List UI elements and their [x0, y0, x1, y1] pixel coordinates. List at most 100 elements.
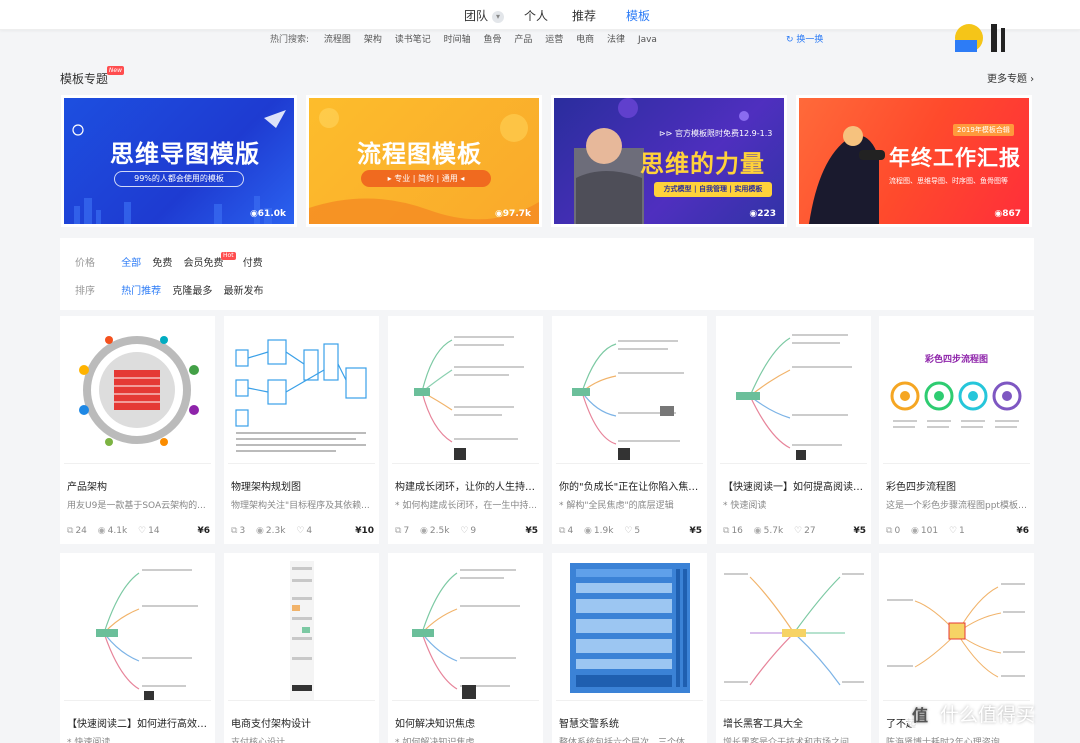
sort-option-hot[interactable]: 热门推荐 — [121, 286, 161, 297]
thumbs-up-icon: ♡ — [460, 526, 469, 536]
clone-icon: ⧉ — [67, 526, 74, 536]
card-description: * 快速阅读 — [723, 501, 767, 511]
template-card[interactable]: 产品架构 用友U9是一款基于SOA云架构的... ⧉ 24 ◉ 4.1k ♡ 14 ¥… — [60, 316, 215, 544]
eye-icon: ◉ — [584, 526, 592, 536]
card-description: 整体系统包括六个层次，三个体... — [559, 738, 694, 743]
card-thumbnail — [392, 557, 539, 701]
card-price: ¥5 — [853, 526, 866, 536]
banner-title: 年终工作汇报 — [889, 146, 1021, 170]
card-title: 物理架构规划图 — [231, 482, 301, 493]
card-thumbnail — [883, 557, 1030, 701]
new-badge: New — [106, 66, 125, 75]
sort-filter-row: 排序 热门推荐 克隆最多 最新发布 — [75, 282, 272, 297]
card-title: 增长黑客工具大全 — [723, 719, 803, 730]
card-description: 物理架构关注"目标程序及其依赖... — [231, 501, 370, 511]
banner-title: 思维导图模版 — [110, 140, 260, 168]
like-count: 5 — [634, 526, 641, 536]
hot-search-item[interactable]: 法律 — [607, 35, 625, 45]
top-nav: 团队 ▾ 个人 推荐 模板 — [0, 0, 1080, 30]
banner-year-end-report[interactable]: 2019年模板合辑 年终工作汇报 流程图、思维导图、时序图、鱼骨图等 ◉867 — [796, 95, 1032, 227]
clone-count: 4 — [567, 526, 574, 536]
card-description: 这是一个彩色步骤流程图ppt模板,... — [886, 501, 1028, 511]
card-title: 【快速阅读二】如何进行高效阅读 — [67, 719, 209, 730]
clone-icon: ⧉ — [395, 526, 402, 536]
card-title: 【快速阅读一】如何提高阅读速度 — [723, 482, 865, 493]
card-title: 如何解决知识焦虑 — [395, 719, 475, 730]
refresh-button[interactable]: ↻ 换一换 — [786, 32, 823, 45]
card-title: 电商支付架构设计 — [231, 719, 311, 730]
card-description: 陈海贤博士耗时2年心理咨询... — [886, 738, 1009, 743]
more-topics-link[interactable]: 更多专题 › — [987, 70, 1034, 85]
nav-templates[interactable]: 模板 — [626, 7, 650, 24]
hot-search-item[interactable]: 流程图 — [324, 35, 351, 45]
sort-label: 排序 — [75, 286, 95, 297]
thumbs-up-icon: ♡ — [624, 526, 633, 536]
template-card[interactable]: 【快速阅读二】如何进行高效阅读 * 快速阅读 — [60, 553, 215, 743]
hot-search-item[interactable]: 运营 — [545, 35, 563, 45]
banner-thinking-power[interactable]: ⊳⊳ 官方模板限时免费12.9-1.3 思维的力量 方式模型 | 自我管理 | … — [551, 95, 787, 227]
price-option-paid[interactable]: 付费 — [243, 258, 263, 269]
card-description: 增长黑客是介于技术和市场之间... — [723, 738, 858, 743]
banner-subtitle: 流程图、思维导图、时序图、鱼骨图等 — [889, 177, 1008, 185]
card-price: ¥6 — [197, 526, 210, 536]
template-card[interactable]: 增长黑客工具大全 增长黑客是介于技术和市场之间... — [716, 553, 871, 743]
hot-search-item[interactable]: 产品 — [514, 35, 532, 45]
hot-search-item[interactable]: 架构 — [364, 35, 382, 45]
template-card[interactable]: 智慧交警系统 整体系统包括六个层次，三个体... — [552, 553, 707, 743]
sort-option-most-cloned[interactable]: 克隆最多 — [172, 286, 212, 297]
card-title: 你的"负成长"正在让你陷入焦虑... — [559, 482, 701, 493]
card-price: ¥6 — [1016, 526, 1029, 536]
hot-search-item[interactable]: 时间轴 — [444, 35, 471, 45]
like-count: 1 — [959, 526, 965, 536]
hot-search-item[interactable]: 读书笔记 — [395, 35, 431, 45]
view-count: 2.5k — [429, 526, 450, 536]
thumbs-up-icon: ♡ — [296, 526, 305, 536]
clone-icon: ⧉ — [723, 526, 730, 536]
watermark-text: 什么值得买 — [940, 704, 1036, 726]
clone-count: 7 — [403, 526, 410, 536]
template-card[interactable]: 【快速阅读一】如何提高阅读速度 * 快速阅读 ⧉ 16 ◉ 5.7k ♡ 27 ¥5 — [716, 316, 871, 544]
clone-count: 3 — [239, 526, 246, 536]
view-count: 2.3k — [265, 526, 286, 536]
card-description: 支付核心设计 — [231, 738, 286, 743]
thumbs-up-icon: ♡ — [794, 526, 803, 536]
eye-icon: ◉ — [494, 209, 503, 219]
view-count: 5.7k — [763, 526, 784, 536]
price-label: 价格 — [75, 258, 95, 269]
sort-option-latest[interactable]: 最新发布 — [224, 286, 264, 297]
like-count: 14 — [148, 526, 160, 536]
template-card[interactable]: 构建成长闭环，让你的人生持续... * 如何构建成长闭环，在一生中持... ⧉ 7… — [388, 316, 543, 544]
nav-recommend[interactable]: 推荐 — [572, 7, 596, 24]
price-option-member-free[interactable]: 会员免费 Hot — [184, 252, 236, 269]
template-card[interactable]: 如何解决知识焦虑 * 如何解决知识焦虑 — [388, 553, 543, 743]
price-option-all[interactable]: 全部 — [121, 258, 141, 269]
price-option-free[interactable]: 免费 — [152, 258, 172, 269]
like-count: 27 — [804, 526, 816, 536]
hot-search-item[interactable]: Java — [638, 35, 657, 45]
banner-tag: 2019年模板合辑 — [953, 124, 1014, 136]
clone-count: 24 — [75, 526, 87, 536]
clone-icon: ⧉ — [559, 526, 566, 536]
template-card[interactable]: 彩色四步流程图 彩色四步流程图 这是一个彩色步骤流程图ppt模板,... ⧉ 0 … — [879, 316, 1034, 544]
template-card[interactable]: 物理架构规划图 物理架构关注"目标程序及其依赖... ⧉ 3 ◉ 2.3k ♡ 4 ¥… — [224, 316, 379, 544]
card-thumbnail — [392, 320, 539, 464]
card-stats: ⧉ 24 ◉ 4.1k ♡ 14 — [67, 526, 212, 536]
thumbs-up-icon: ♡ — [138, 526, 147, 536]
hot-search-item[interactable]: 鱼骨 — [483, 35, 501, 45]
nav-personal[interactable]: 个人 — [524, 7, 548, 24]
card-stats: ⧉ 16 ◉ 5.7k ♡ 27 — [723, 526, 868, 536]
banner-views: ◉97.7k — [494, 209, 531, 219]
nav-team[interactable]: 团队 ▾ — [464, 7, 505, 24]
banner-mindmap[interactable]: 思维导图模版 99%的人都会使用的模板 ◉61.0k — [61, 95, 297, 227]
view-count: 101 — [920, 526, 939, 536]
chevron-right-icon: › — [1027, 74, 1035, 85]
chevron-down-icon: ▾ — [492, 11, 505, 23]
banner-views: ◉61.0k — [249, 209, 286, 219]
template-card[interactable]: 电商支付架构设计 支付核心设计 — [224, 553, 379, 743]
template-card[interactable]: 你的"负成长"正在让你陷入焦虑... * 解构"全民焦虑"的底层逻辑 ⧉ 4 ◉ 1… — [552, 316, 707, 544]
clone-count: 0 — [894, 526, 901, 536]
like-count: 9 — [470, 526, 477, 536]
hot-search-item[interactable]: 电商 — [576, 35, 594, 45]
banner-title: 思维的力量 — [640, 150, 765, 178]
banner-flowchart[interactable]: 流程图模板 ▸ 专业 | 简约 | 通用 ◂ ◉97.7k — [306, 95, 542, 227]
